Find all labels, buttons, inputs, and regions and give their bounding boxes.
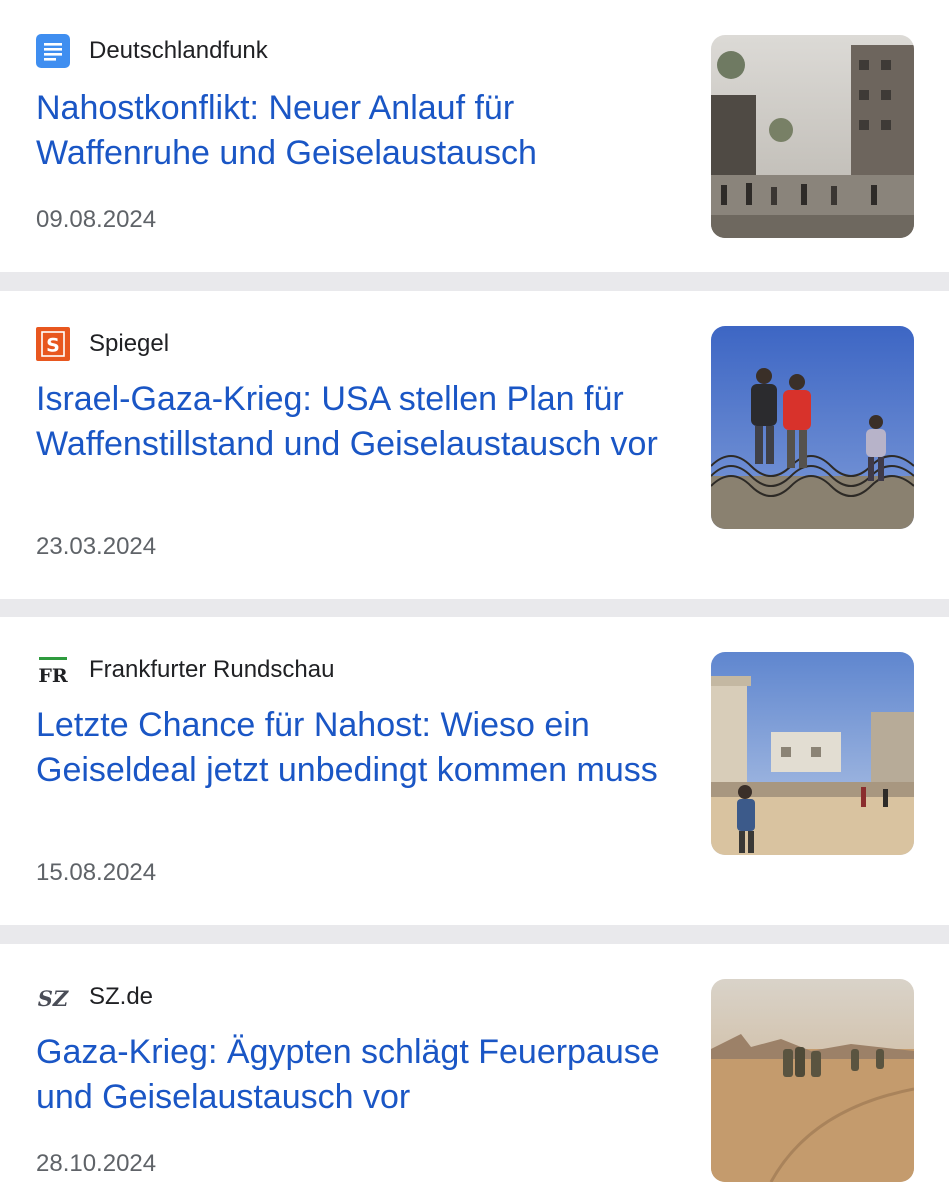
source-name: Spiegel bbox=[89, 330, 170, 357]
soldiers-walking-sand-image[interactable] bbox=[711, 979, 914, 1182]
source-name: Frankfurter Rundschau bbox=[89, 656, 335, 683]
article-title-3[interactable]: Letzte Chance für Nahost: Wieso ein Geis… bbox=[36, 703, 666, 793]
article-date-4: 28.10.2024 bbox=[36, 1150, 157, 1177]
news-source-4: SZ SZ.de bbox=[36, 980, 153, 1014]
fr-logo-text: FR bbox=[38, 665, 67, 687]
spiegel-s-logo: S bbox=[36, 327, 70, 361]
news-source-3: FR Frankfurter Rundschau bbox=[36, 653, 334, 687]
gaza-street-ruins-image[interactable] bbox=[711, 35, 914, 238]
news-card-1[interactable]: Deutschlandfunk Nahostkonflikt: Neuer An… bbox=[0, 0, 949, 272]
news-source-2: S Spiegel bbox=[36, 327, 169, 361]
article-date-3: 15.08.2024 bbox=[36, 859, 157, 886]
source-name: SZ.de bbox=[89, 983, 154, 1010]
news-card-3[interactable]: FR Frankfurter Rundschau Letzte Chance f… bbox=[0, 617, 949, 925]
svg-text:S: S bbox=[46, 335, 60, 357]
sz-logo: SZ bbox=[36, 980, 70, 1014]
article-title-4[interactable]: Gaza-Krieg: Ägypten schlägt Feuerpause u… bbox=[36, 1030, 666, 1120]
document-icon bbox=[36, 34, 70, 68]
article-title-1[interactable]: Nahostkonflikt: Neuer Anlauf für Waffenr… bbox=[36, 86, 666, 176]
news-source-1: Deutschlandfunk bbox=[36, 34, 268, 68]
article-date-2: 23.03.2024 bbox=[36, 533, 157, 560]
desert-ruins-people-walking-image[interactable] bbox=[711, 652, 914, 855]
people-at-barbed-wire-image[interactable] bbox=[711, 326, 914, 529]
news-card-4[interactable]: SZ SZ.de Gaza-Krieg: Ägypten schlägt Feu… bbox=[0, 944, 949, 1200]
fr-logo: FR bbox=[36, 653, 70, 687]
source-name: Deutschlandfunk bbox=[89, 37, 268, 64]
sz-logo-text: SZ bbox=[38, 986, 69, 1011]
news-card-2[interactable]: S Spiegel Israel-Gaza-Krieg: USA stellen… bbox=[0, 291, 949, 599]
article-title-2[interactable]: Israel-Gaza-Krieg: USA stellen Plan für … bbox=[36, 377, 666, 467]
article-date-1: 09.08.2024 bbox=[36, 206, 157, 233]
